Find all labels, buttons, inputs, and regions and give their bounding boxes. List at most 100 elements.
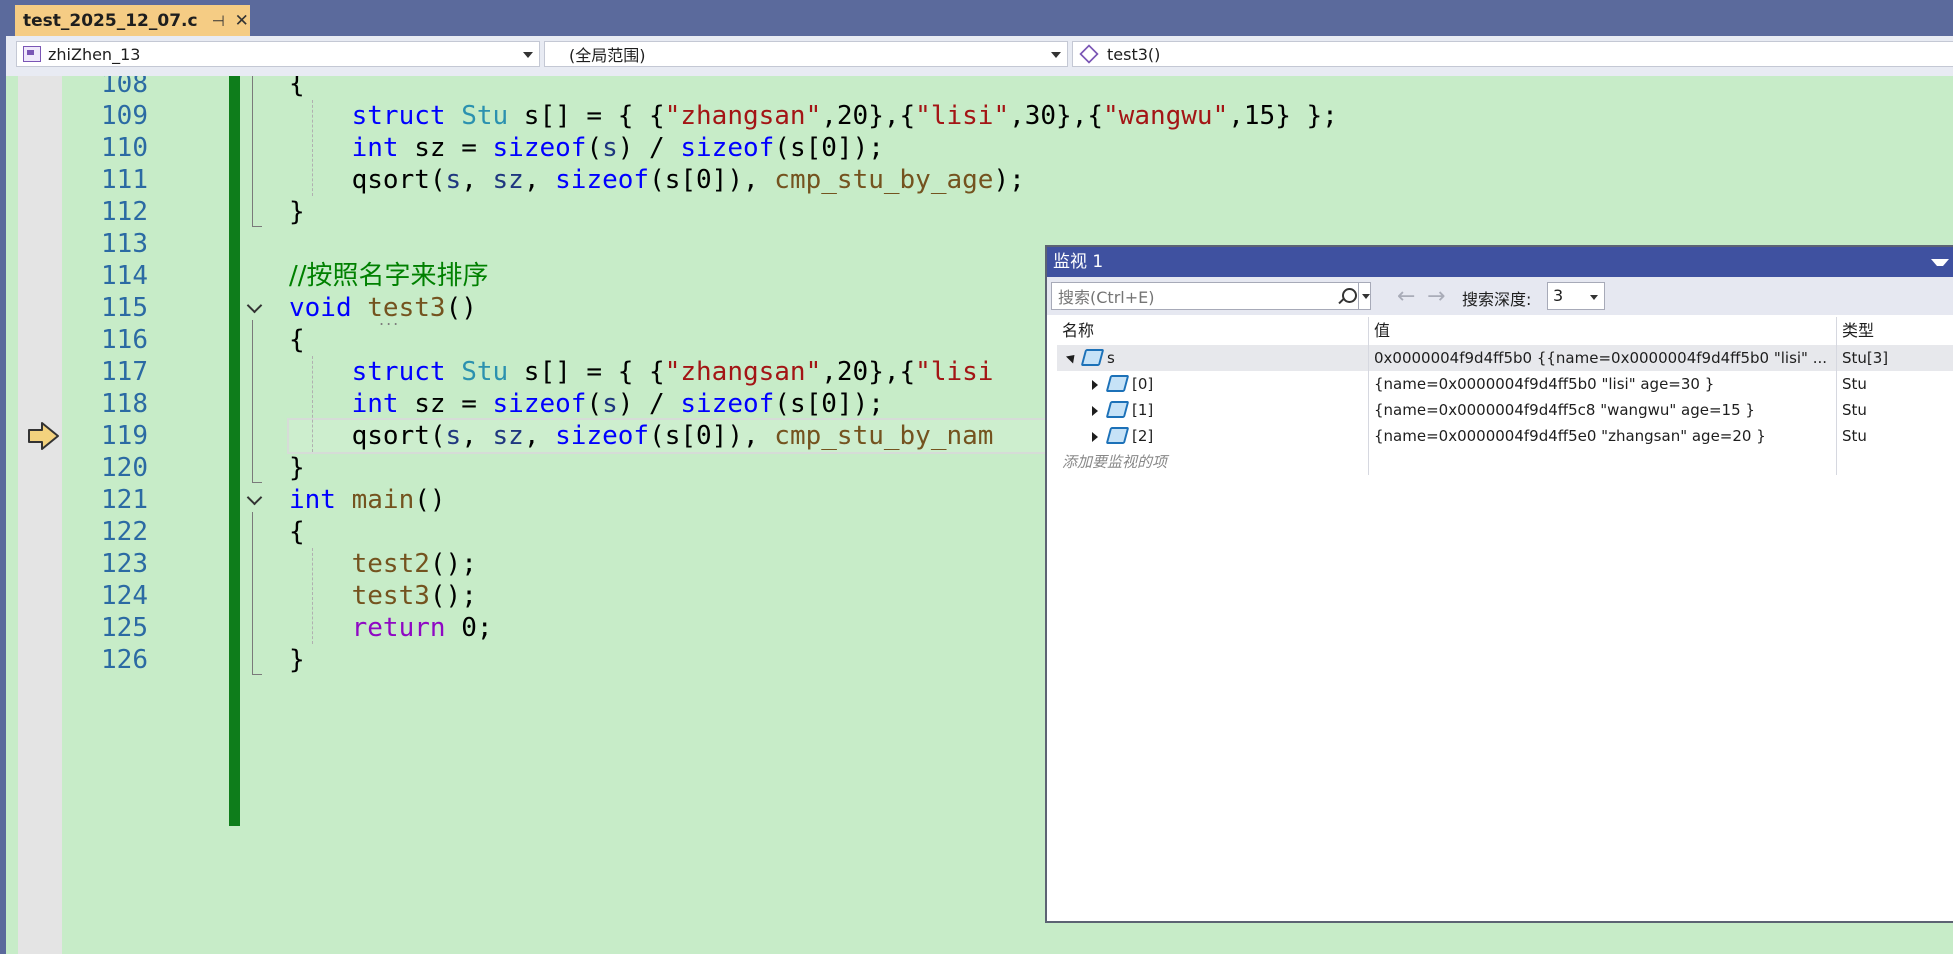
watch-search-box[interactable] bbox=[1051, 282, 1372, 311]
code-token: ,20},{ bbox=[821, 357, 916, 387]
watch-title: 监视 1 bbox=[1053, 252, 1104, 272]
column-header-value[interactable]: 值 bbox=[1369, 317, 1837, 345]
code-token: main bbox=[351, 485, 415, 515]
watch-item-name: [1] bbox=[1132, 401, 1154, 419]
scope-end bbox=[252, 674, 262, 675]
scope-dropdown[interactable]: (全局范围) bbox=[544, 41, 1068, 67]
code-text: } bbox=[289, 640, 305, 680]
watch-row-name-cell[interactable]: [0] bbox=[1057, 371, 1369, 397]
watch-row[interactable]: [2] {name=0x0000004f9d4ff5e0 "zhangsan" a… bbox=[1057, 423, 1953, 449]
line-number: 126 bbox=[101, 645, 148, 675]
collapse-toggle-icon[interactable] bbox=[246, 300, 264, 318]
code-token: cmp_stu_by_age bbox=[774, 165, 994, 195]
code-token: sz = bbox=[414, 389, 493, 419]
expand-triangle-icon[interactable] bbox=[1092, 380, 1098, 390]
scope-dropdown-label: (全局范围) bbox=[569, 46, 646, 65]
code-token: struct bbox=[289, 357, 462, 387]
function-icon bbox=[1079, 44, 1099, 64]
code-token: Stu bbox=[461, 357, 509, 387]
code-token: { bbox=[289, 517, 305, 547]
code-token: sizeof bbox=[680, 133, 775, 163]
window-options-icon[interactable] bbox=[1931, 259, 1949, 266]
watch-row-name-cell[interactable]: [2] bbox=[1057, 423, 1369, 449]
scope-end bbox=[252, 482, 262, 483]
watch-item-type: Stu[3] bbox=[1842, 349, 1889, 367]
watch-row[interactable]: s 0x0000004f9d4ff5b0 {{name=0x0000004f9d4… bbox=[1057, 345, 1953, 371]
function-dropdown-label: test3() bbox=[1107, 44, 1161, 64]
code-token: (); bbox=[429, 581, 477, 611]
code-token: test2 bbox=[351, 549, 430, 579]
code-token: ) / bbox=[617, 389, 681, 419]
code-token: 0; bbox=[461, 613, 493, 643]
code-token: } bbox=[289, 645, 305, 675]
watch-grid-header: 名称 值 类型 bbox=[1057, 317, 1953, 346]
scope-end bbox=[252, 226, 262, 227]
watch-row[interactable]: [0] {name=0x0000004f9d4ff5b0 "lisi" age=3… bbox=[1057, 371, 1953, 397]
search-back-arrow-icon[interactable]: ← bbox=[1397, 284, 1415, 309]
close-icon[interactable]: ✕ bbox=[235, 11, 249, 31]
column-header-type[interactable]: 类型 bbox=[1837, 317, 1953, 345]
code-token: sz bbox=[492, 421, 524, 451]
search-options-dropdown[interactable] bbox=[1358, 283, 1372, 309]
code-token: (s[0]); bbox=[774, 133, 884, 163]
code-token: } bbox=[289, 453, 305, 483]
watch-item-name: [2] bbox=[1132, 427, 1154, 445]
indent-guide bbox=[312, 548, 314, 644]
variable-icon bbox=[1105, 375, 1130, 392]
code-token: return bbox=[351, 613, 462, 643]
instruction-pointer-arrow-icon[interactable] bbox=[26, 421, 62, 451]
watch-row-name-cell[interactable]: s bbox=[1057, 345, 1369, 371]
code-token: sizeof bbox=[492, 389, 587, 419]
search-icon[interactable] bbox=[1342, 288, 1357, 303]
code-token: s[] = { { bbox=[508, 101, 665, 131]
watch-window[interactable]: 监视 1 ← → 搜索深度: 3 名称 值 类型 s 0x0000004f9d4f… bbox=[1045, 245, 1953, 923]
code-token: "zhangsan" bbox=[664, 101, 822, 131]
code-token: struct bbox=[289, 101, 462, 131]
indent-guide bbox=[312, 356, 314, 452]
add-watch-item[interactable]: 添加要监视的项 bbox=[1057, 449, 1369, 475]
code-token: void bbox=[289, 293, 368, 323]
code-token: s bbox=[602, 389, 618, 419]
column-header-name[interactable]: 名称 bbox=[1057, 317, 1369, 345]
watch-item-value[interactable]: {name=0x0000004f9d4ff5c8 "wangwu" age=15… bbox=[1369, 397, 1837, 423]
watch-search-input[interactable] bbox=[1052, 283, 1330, 311]
variable-icon bbox=[1080, 349, 1105, 366]
code-token: , bbox=[523, 165, 556, 195]
watch-row[interactable]: [1] {name=0x0000004f9d4ff5c8 "wangwu" age… bbox=[1057, 397, 1953, 423]
code-token: (s[0]), bbox=[649, 421, 775, 451]
code-token: int bbox=[289, 133, 415, 163]
search-depth-select[interactable]: 3 bbox=[1547, 282, 1605, 310]
pin-icon[interactable]: ⊣ bbox=[212, 12, 225, 30]
collapse-toggle-icon[interactable] bbox=[246, 492, 264, 510]
watch-row-name-cell[interactable]: [1] bbox=[1057, 397, 1369, 423]
code-token: (); bbox=[429, 549, 477, 579]
function-dropdown[interactable]: test3() bbox=[1072, 41, 1953, 67]
expand-triangle-icon[interactable] bbox=[1092, 432, 1098, 442]
code-token: (s[0]); bbox=[774, 389, 884, 419]
code-token: "zhangsan" bbox=[664, 357, 822, 387]
expand-triangle-icon[interactable] bbox=[1092, 406, 1098, 416]
watch-item-value[interactable]: {name=0x0000004f9d4ff5e0 "zhangsan" age=… bbox=[1369, 423, 1837, 449]
code-token: , bbox=[461, 421, 493, 451]
watch-item-value[interactable]: {name=0x0000004f9d4ff5b0 "lisi" age=30 } bbox=[1369, 371, 1837, 397]
watch-item-value[interactable]: 0x0000004f9d4ff5b0 {{name=0x0000004f9d4f… bbox=[1369, 345, 1837, 371]
code-token: () bbox=[445, 293, 477, 323]
document-tab[interactable]: test_2025_12_07.c ⊣ ✕ bbox=[15, 5, 250, 36]
code-token: "lisi" bbox=[915, 101, 1010, 131]
search-forward-arrow-icon[interactable]: → bbox=[1427, 284, 1445, 309]
code-token: "lisi bbox=[915, 357, 994, 387]
code-token: ( bbox=[586, 133, 603, 163]
watch-title-bar[interactable]: 监视 1 bbox=[1047, 247, 1953, 277]
code-lens-dots[interactable]: ... bbox=[379, 310, 400, 329]
code-token: test3 bbox=[351, 581, 430, 611]
code-token: (s[0]), bbox=[649, 165, 775, 195]
variable-icon bbox=[1105, 401, 1130, 418]
project-dropdown-label: zhiZhen_13 bbox=[48, 44, 141, 64]
watch-item-name: s bbox=[1107, 349, 1115, 367]
add-watch-row[interactable]: 添加要监视的项 bbox=[1057, 449, 1953, 475]
collapse-triangle-icon[interactable] bbox=[1065, 351, 1079, 364]
project-dropdown[interactable]: zhiZhen_13 bbox=[16, 41, 540, 67]
code-token: s[] = { { bbox=[508, 357, 665, 387]
code-token: sizeof bbox=[555, 165, 650, 195]
